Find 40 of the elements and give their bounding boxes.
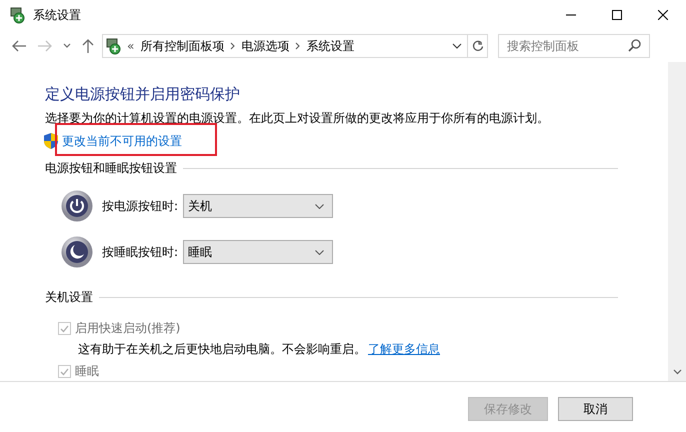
close-icon bbox=[658, 10, 668, 20]
option-label: 睡眠 bbox=[75, 363, 99, 380]
window-title: 系统设置 bbox=[33, 6, 82, 24]
moon-icon bbox=[61, 236, 93, 268]
field-label: 按睡眠按钮时: bbox=[102, 244, 180, 260]
up-arrow-icon bbox=[81, 38, 95, 54]
action-dropdown[interactable]: 睡眠 bbox=[183, 240, 333, 264]
page-description: 选择要为你的计算机设置的电源设置。在此页上对设置所做的更改将应用于你所有的电源计划。 bbox=[45, 110, 550, 126]
scroll-down-icon bbox=[672, 369, 682, 375]
power-icon bbox=[61, 190, 93, 222]
action-dropdown[interactable]: 关机 bbox=[183, 194, 333, 218]
app-icon bbox=[9, 6, 27, 24]
overflow-chevron[interactable]: « bbox=[127, 39, 134, 53]
caret-icon bbox=[315, 204, 324, 208]
breadcrumb-item[interactable]: 所有控制面板项 bbox=[140, 38, 224, 54]
search-field[interactable]: 搜索控制面板 bbox=[498, 34, 650, 58]
section-title: 电源按钮和睡眠按钮设置 bbox=[45, 160, 177, 177]
shield-icon bbox=[43, 132, 59, 150]
field-label: 按电源按钮时: bbox=[102, 198, 180, 214]
chevron-icon bbox=[295, 42, 300, 50]
address-bar[interactable]: « 所有控制面板项 电源选项 系统设置 bbox=[102, 34, 488, 58]
page-heading: 定义电源按钮并启用密码保护 bbox=[45, 84, 241, 104]
caret-icon bbox=[452, 43, 462, 49]
maximize-icon bbox=[612, 10, 622, 20]
caret-icon bbox=[63, 43, 71, 49]
change-settings-link[interactable]: 更改当前不可用的设置 bbox=[62, 132, 182, 150]
forward-arrow-icon bbox=[37, 39, 53, 53]
option-description: 这有助于在关机之后更快地启动电脑。不会影响重启。 bbox=[78, 341, 366, 358]
control-panel-icon bbox=[105, 37, 123, 55]
cancel-button[interactable]: 取消 bbox=[558, 397, 633, 421]
refresh-icon bbox=[472, 40, 484, 52]
back-arrow-icon bbox=[11, 39, 27, 53]
breadcrumb-item[interactable]: 电源选项 bbox=[241, 38, 290, 54]
search-icon bbox=[628, 39, 641, 52]
caret-icon bbox=[315, 250, 324, 254]
breadcrumb-item[interactable]: 系统设置 bbox=[306, 38, 354, 54]
option-label: 启用快速启动(推荐) bbox=[75, 320, 180, 337]
section-title: 关机设置 bbox=[45, 289, 93, 306]
scrollbar[interactable] bbox=[668, 62, 686, 381]
chevron-icon bbox=[230, 42, 236, 50]
